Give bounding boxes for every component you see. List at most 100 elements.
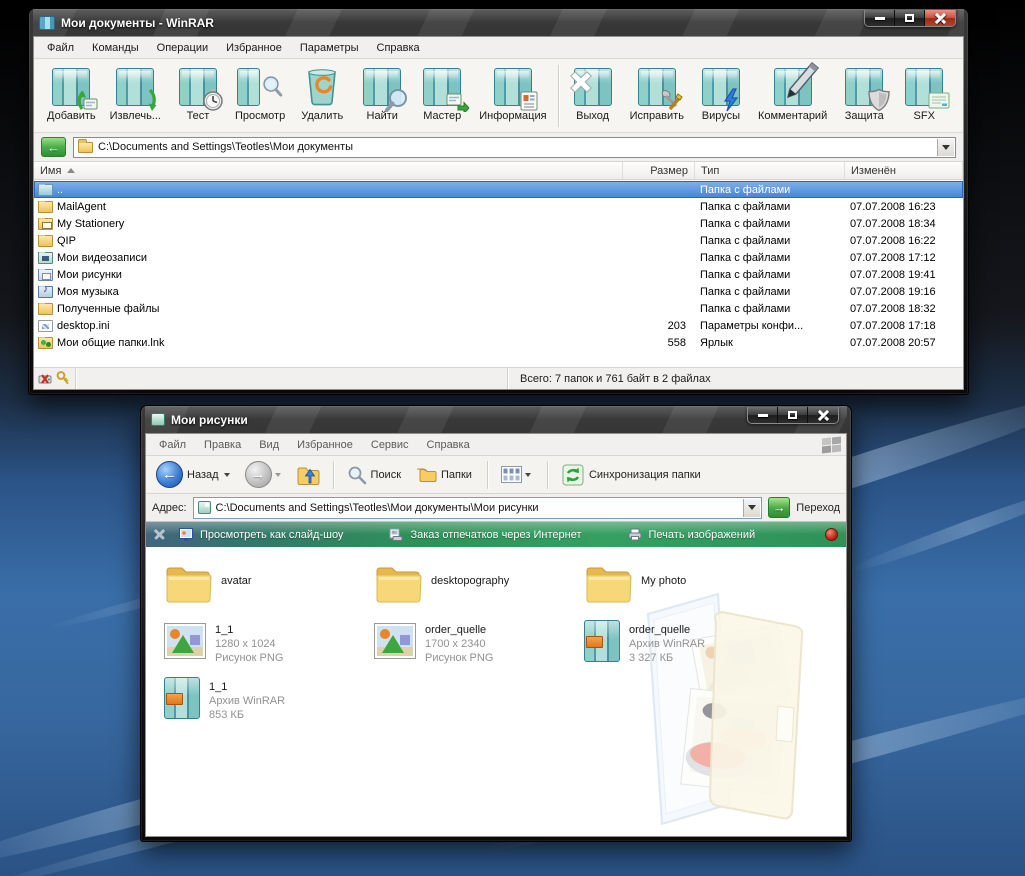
column-header-size[interactable]: Размер: [623, 162, 695, 179]
find-button[interactable]: Найти: [352, 62, 412, 123]
folder-tile[interactable]: My photo: [584, 563, 786, 607]
explorer-address-combo[interactable]: C:\Documents and Settings\Teotles\Мои до…: [193, 497, 763, 519]
file-row[interactable]: .. Папка с файлами: [34, 181, 963, 198]
menu-item[interactable]: Сервис: [362, 437, 418, 453]
minimize-button[interactable]: [748, 407, 778, 423]
toolbar-separator: [487, 461, 488, 489]
menu-item[interactable]: Операции: [148, 40, 217, 56]
menu-item[interactable]: Правка: [195, 437, 250, 453]
file-row[interactable]: Мои видеозаписи Папка с файлами 07.07.20…: [34, 249, 963, 266]
extract-button[interactable]: Извлечь...: [103, 62, 168, 123]
winrar-address-row: ← C:\Documents and Settings\Teotles\Мои …: [34, 133, 963, 162]
minimize-icon: [758, 414, 768, 417]
menu-item[interactable]: Вид: [250, 437, 288, 453]
go-button[interactable]: →: [768, 497, 790, 518]
protect-button[interactable]: Защита: [834, 62, 894, 123]
chevron-down-icon: [224, 473, 230, 477]
drive-disconnect-icon[interactable]: [38, 372, 54, 386]
column-header-modified[interactable]: Изменён: [845, 162, 963, 179]
repair-button[interactable]: Исправить: [623, 62, 691, 123]
maximize-button[interactable]: [778, 407, 808, 423]
info-button[interactable]: Информация: [472, 62, 553, 123]
maximize-icon: [905, 14, 914, 22]
maximize-button[interactable]: [895, 10, 925, 26]
toolbar-separator: [547, 461, 548, 489]
wallpaper-streak: [845, 476, 1025, 578]
menu-item[interactable]: Справка: [418, 437, 479, 453]
explorer-titlebar[interactable]: Мои рисунки: [145, 406, 847, 433]
address-label: Адрес:: [152, 502, 187, 514]
menu-item[interactable]: Избранное: [288, 437, 362, 453]
views-button[interactable]: [497, 463, 538, 486]
menu-item[interactable]: Параметры: [291, 40, 368, 56]
archive-tile[interactable]: order_quelle Архив WinRAR 3 327 КБ: [584, 620, 786, 664]
find-icon: [359, 65, 405, 109]
comment-button[interactable]: Комментарий: [751, 62, 834, 123]
item-detail: Рисунок PNG: [425, 652, 493, 664]
up-level-button[interactable]: ←: [41, 137, 66, 157]
go-label[interactable]: Переход: [796, 502, 840, 514]
task-print-images[interactable]: Печать изображений: [628, 528, 756, 541]
codec-status-icon[interactable]: [825, 528, 838, 541]
column-header-type[interactable]: Тип: [695, 162, 845, 179]
file-row[interactable]: MailAgent Папка с файлами 07.07.2008 16:…: [34, 198, 963, 215]
file-row[interactable]: desktop.ini 203 Параметры конфи... 07.07…: [34, 317, 963, 334]
forward-button[interactable]: →: [241, 458, 288, 491]
menu-item[interactable]: Справка: [368, 40, 429, 56]
file-type: Папка с файлами: [694, 252, 844, 264]
image-tile[interactable]: 1_1 1280 x 1024 Рисунок PNG: [164, 620, 366, 664]
file-row[interactable]: Мои общие папки.lnk 558 Ярлык 07.07.2008…: [34, 334, 963, 351]
wizard-button[interactable]: Мастер: [412, 62, 472, 123]
virus-scan-button[interactable]: Вирусы: [691, 62, 751, 123]
menu-item[interactable]: Файл: [150, 437, 195, 453]
address-dropdown-button[interactable]: [743, 499, 760, 517]
close-icon: [818, 410, 829, 420]
folder-tile[interactable]: avatar: [164, 563, 366, 607]
file-row[interactable]: Полученные файлы Папка с файлами 07.07.2…: [34, 300, 963, 317]
file-row[interactable]: My Stationery Папка с файлами 07.07.2008…: [34, 215, 963, 232]
key-icon[interactable]: [56, 371, 70, 386]
winrar-titlebar[interactable]: Мои документы - WinRAR: [33, 9, 964, 36]
task-slideshow[interactable]: Просмотреть как слайд-шоу: [179, 528, 343, 541]
up-button[interactable]: [292, 460, 324, 490]
add-button[interactable]: Добавить: [40, 62, 103, 123]
folder-icon: [198, 501, 211, 514]
sfx-button[interactable]: SFX: [894, 62, 954, 123]
folders-button[interactable]: Папки: [411, 463, 478, 487]
task-order-prints[interactable]: Заказ отпечатков через Интернет: [389, 528, 581, 541]
address-dropdown-button[interactable]: [937, 139, 954, 156]
file-name: Моя музыка: [57, 286, 119, 298]
file-row[interactable]: QIP Папка с файлами 07.07.2008 16:22: [34, 232, 963, 249]
close-button[interactable]: [808, 407, 838, 423]
winrar-statusbar: Всего: 7 папок и 761 байт в 2 файлах: [34, 367, 963, 389]
folder-tile[interactable]: desktopography: [374, 563, 576, 607]
exit-button[interactable]: Выход: [563, 62, 623, 123]
column-header-name[interactable]: Имя: [34, 162, 623, 179]
view-button[interactable]: Просмотр: [228, 62, 292, 123]
image-thumbnail: [374, 623, 416, 659]
menu-item[interactable]: Команды: [83, 40, 148, 56]
sync-folder-button[interactable]: Синхронизация папки: [557, 460, 707, 490]
menu-item[interactable]: Избранное: [217, 40, 291, 56]
file-row[interactable]: Моя музыка Папка с файлами 07.07.2008 19…: [34, 283, 963, 300]
delete-button[interactable]: Удалить: [292, 62, 352, 123]
virus-scan-icon: [698, 65, 744, 109]
winrar-window: Мои документы - WinRAR ФайлКомандыОперац…: [28, 8, 969, 395]
minimize-button[interactable]: [865, 10, 895, 26]
file-modified: 07.07.2008 18:32: [844, 303, 962, 315]
wizard-icon: [419, 65, 465, 109]
test-button[interactable]: Тест: [168, 62, 228, 123]
explorer-address-row: Адрес: C:\Documents and Settings\Teotles…: [146, 494, 846, 522]
address-path: C:\Documents and Settings\Teotles\Мои до…: [216, 502, 539, 514]
archive-tile[interactable]: 1_1 Архив WinRAR 853 КБ: [164, 677, 366, 721]
close-taskband-icon[interactable]: [154, 529, 165, 540]
search-button[interactable]: Поиск: [343, 462, 407, 488]
repair-icon: [634, 65, 680, 109]
file-row[interactable]: Мои рисунки Папка с файлами 07.07.2008 1…: [34, 266, 963, 283]
menu-item[interactable]: Файл: [38, 40, 83, 56]
image-tile[interactable]: order_quelle 1700 x 2340 Рисунок PNG: [374, 620, 576, 664]
winrar-address-combo[interactable]: C:\Documents and Settings\Teotles\Мои до…: [73, 137, 956, 158]
close-button[interactable]: [925, 10, 955, 26]
back-button[interactable]: ← Назад: [152, 458, 237, 491]
sfx-icon: [901, 65, 947, 109]
